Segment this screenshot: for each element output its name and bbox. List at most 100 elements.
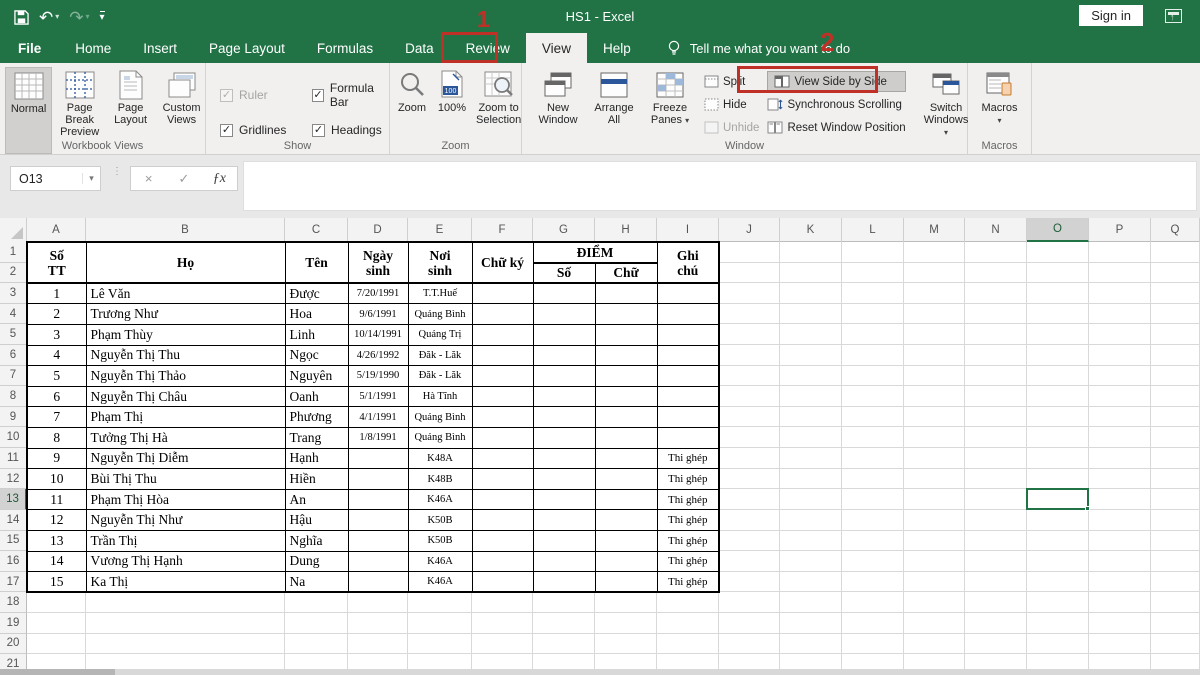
table-cell[interactable]: 9 — [27, 448, 86, 469]
table-cell[interactable]: Đăk - Lăk — [408, 345, 472, 366]
cell-K4[interactable] — [780, 304, 842, 325]
cell-K11[interactable] — [780, 448, 842, 469]
table-cell[interactable]: 10/14/1991 — [348, 324, 408, 345]
table-cell[interactable]: Hiền — [285, 469, 348, 490]
cell-J1[interactable] — [719, 242, 780, 263]
table-cell[interactable]: K46A — [408, 551, 472, 572]
table-cell[interactable] — [657, 345, 719, 366]
column-header-E[interactable]: E — [408, 218, 472, 242]
cell-N14[interactable] — [965, 510, 1027, 531]
cell-J11[interactable] — [719, 448, 780, 469]
cell-Q4[interactable] — [1151, 304, 1200, 325]
cell-L4[interactable] — [842, 304, 904, 325]
cell-I20[interactable] — [657, 634, 719, 655]
cell-M18[interactable] — [904, 592, 965, 613]
table-cell[interactable] — [533, 572, 595, 593]
tab-home[interactable]: Home — [59, 33, 127, 63]
row-header-13[interactable]: 13 — [0, 489, 27, 510]
active-cell-selection[interactable] — [1026, 488, 1089, 510]
table-cell[interactable] — [595, 448, 657, 469]
cell-E18[interactable] — [408, 592, 472, 613]
cell-P13[interactable] — [1089, 489, 1151, 510]
cell-Q10[interactable] — [1151, 427, 1200, 448]
table-cell[interactable]: 9/6/1991 — [348, 304, 408, 325]
table-cell[interactable]: Quảng Bình — [408, 304, 472, 325]
table-cell[interactable]: Hoa — [285, 304, 348, 325]
cell-G20[interactable] — [533, 634, 595, 655]
cell-C20[interactable] — [285, 634, 348, 655]
cell-N19[interactable] — [965, 613, 1027, 634]
cell-Q8[interactable] — [1151, 386, 1200, 407]
cell-Q18[interactable] — [1151, 592, 1200, 613]
table-cell[interactable]: Oanh — [285, 386, 348, 407]
cell-N10[interactable] — [965, 427, 1027, 448]
cell-E19[interactable] — [408, 613, 472, 634]
cell-Q5[interactable] — [1151, 324, 1200, 345]
cell-P8[interactable] — [1089, 386, 1151, 407]
cell-L18[interactable] — [842, 592, 904, 613]
cell-M12[interactable] — [904, 469, 965, 490]
column-header-Q[interactable]: Q — [1151, 218, 1200, 242]
row-header-3[interactable]: 3 — [0, 283, 27, 304]
table-cell[interactable] — [533, 448, 595, 469]
formula-input[interactable] — [243, 161, 1197, 211]
table-cell[interactable]: K46A — [408, 489, 472, 510]
tell-me-box[interactable]: Tell me what you want to do — [647, 33, 850, 63]
table-cell[interactable] — [472, 386, 533, 407]
table-cell[interactable]: 5 — [27, 366, 86, 387]
table-cell[interactable]: Thi ghép — [657, 531, 719, 552]
table-cell[interactable] — [657, 324, 719, 345]
table-cell[interactable] — [595, 469, 657, 490]
cell-N5[interactable] — [965, 324, 1027, 345]
cell-K14[interactable] — [780, 510, 842, 531]
cell-Q9[interactable] — [1151, 407, 1200, 428]
table-cell[interactable]: K50B — [408, 510, 472, 531]
table-cell[interactable] — [533, 345, 595, 366]
cell-J19[interactable] — [719, 613, 780, 634]
save-icon[interactable] — [14, 10, 29, 25]
cell-Q11[interactable] — [1151, 448, 1200, 469]
cell-N15[interactable] — [965, 531, 1027, 552]
table-cell[interactable]: Nguyễn Thị Diễm — [86, 448, 285, 469]
tab-review[interactable]: Review — [450, 33, 526, 63]
table-cell[interactable]: 14 — [27, 551, 86, 572]
customize-qat-icon[interactable]: ▾ — [100, 11, 105, 23]
table-cell[interactable] — [595, 531, 657, 552]
table-cell[interactable]: Phạm Thị Hòa — [86, 489, 285, 510]
table-header-cell[interactable]: Nơi sinh — [408, 242, 472, 283]
cell-N2[interactable] — [965, 263, 1027, 284]
table-header-cell[interactable]: Họ — [86, 242, 285, 283]
tab-file[interactable]: File — [0, 33, 59, 63]
cell-M6[interactable] — [904, 345, 965, 366]
cell-L3[interactable] — [842, 283, 904, 304]
cell-K18[interactable] — [780, 592, 842, 613]
table-cell[interactable]: Quảng Trị — [408, 324, 472, 345]
cell-Q6[interactable] — [1151, 345, 1200, 366]
table-cell[interactable] — [348, 551, 408, 572]
cell-G18[interactable] — [533, 592, 595, 613]
cell-O14[interactable] — [1027, 510, 1089, 531]
column-header-J[interactable]: J — [719, 218, 780, 242]
table-cell[interactable] — [472, 489, 533, 510]
table-cell[interactable] — [533, 489, 595, 510]
cell-J9[interactable] — [719, 407, 780, 428]
cell-N4[interactable] — [965, 304, 1027, 325]
cell-J20[interactable] — [719, 634, 780, 655]
cell-O4[interactable] — [1027, 304, 1089, 325]
cell-K5[interactable] — [780, 324, 842, 345]
cell-K16[interactable] — [780, 551, 842, 572]
cell-Q1[interactable] — [1151, 242, 1200, 263]
cell-D19[interactable] — [348, 613, 408, 634]
cell-O6[interactable] — [1027, 345, 1089, 366]
table-cell[interactable]: 8 — [27, 427, 86, 448]
table-cell[interactable]: Trần Thị — [86, 531, 285, 552]
cell-O8[interactable] — [1027, 386, 1089, 407]
table-cell[interactable] — [595, 366, 657, 387]
table-cell[interactable]: 11 — [27, 489, 86, 510]
cell-L20[interactable] — [842, 634, 904, 655]
cell-N9[interactable] — [965, 407, 1027, 428]
table-cell[interactable]: 12 — [27, 510, 86, 531]
table-cell[interactable] — [472, 510, 533, 531]
name-box[interactable]: O13 ▾ — [10, 166, 101, 191]
table-cell[interactable]: 10 — [27, 469, 86, 490]
